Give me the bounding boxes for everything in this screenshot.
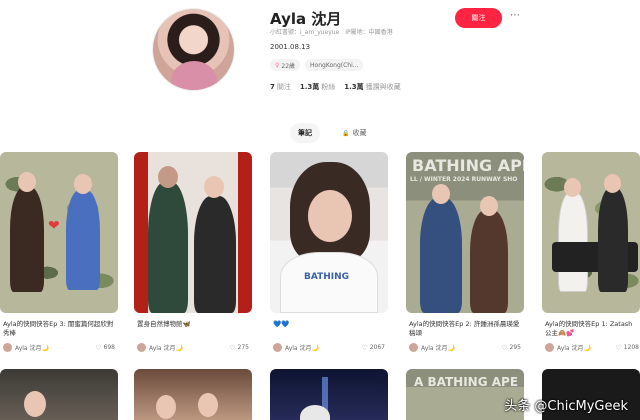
- author-avatar[interactable]: [545, 343, 554, 352]
- runway-banner: LL / WINTER 2024 RUNWAY SHO: [410, 176, 518, 183]
- content-tabs: 筆記 🔒 收藏: [290, 123, 374, 143]
- note-footer: Ayla 沈月🌙 ♡ 2067: [273, 343, 385, 352]
- stat-following-label: 關注: [276, 83, 291, 91]
- profile-header: Ayla 沈月 小紅書號：i_am_yueyue IP屬地：中國香港 2001.…: [0, 0, 640, 120]
- tab-notes-label: 筆記: [298, 129, 312, 137]
- tag-location-label: HongKong(Chi...: [310, 61, 359, 69]
- profile-stats: 7 關注 1.3萬 粉絲 1.3萬 獲讚與收藏: [270, 82, 401, 92]
- tag-age-label: 22歲: [281, 62, 296, 70]
- stat-likes-label: 獲讚與收藏: [365, 83, 401, 91]
- note-likes: 1208: [623, 344, 639, 351]
- note-author[interactable]: Ayla 沈月🌙: [149, 343, 229, 352]
- note-author[interactable]: Ayla 沈月🌙: [557, 343, 615, 352]
- note-footer: Ayla 沈月🌙 ♡ 1208: [545, 343, 639, 352]
- note-footer: Ayla 沈月🌙 ♡ 275: [137, 343, 249, 352]
- like-icon[interactable]: ♡: [229, 344, 235, 352]
- a-bathing-ape-banner: A BATHING APE: [414, 375, 519, 389]
- note-likes: 275: [237, 344, 249, 351]
- note-likes: 2067: [369, 344, 385, 351]
- note-cover-image[interactable]: [542, 152, 640, 313]
- author-avatar[interactable]: [3, 343, 12, 352]
- like-icon[interactable]: ♡: [501, 344, 507, 352]
- bathing-ape-banner: BATHING APE: [412, 156, 524, 175]
- stat-likes-value: 1.3萬: [344, 83, 364, 91]
- heart-sticker-icon: ❤: [48, 218, 60, 234]
- stat-followers-value: 1.3萬: [299, 83, 320, 91]
- note-author[interactable]: Ayla 沈月🌙: [15, 343, 95, 352]
- tab-collections[interactable]: 🔒 收藏: [334, 123, 374, 143]
- tab-notes[interactable]: 筆記: [290, 123, 320, 143]
- note-likes: 295: [509, 344, 521, 351]
- note-title[interactable]: Ayla的快問快答Ep 2: 許鍾洲孫晨瑛愛稿頌: [409, 320, 521, 338]
- note-cover-image[interactable]: [134, 369, 252, 420]
- note-likes: 698: [103, 344, 115, 351]
- author-avatar[interactable]: [137, 343, 146, 352]
- author-avatar[interactable]: [273, 343, 282, 352]
- lock-icon: 🔒: [342, 129, 350, 137]
- more-options-icon[interactable]: ⋯: [510, 10, 521, 21]
- like-icon[interactable]: ♡: [361, 344, 367, 352]
- like-icon[interactable]: ♡: [615, 344, 621, 352]
- note-cover-image[interactable]: BATHING APE LL / WINTER 2024 RUNWAY SHO: [406, 152, 524, 313]
- note-footer: Ayla 沈月🌙 ♡ 295: [409, 343, 521, 352]
- stat-likes[interactable]: 1.3萬 獲讚與收藏: [344, 82, 400, 92]
- note-title[interactable]: Ayla的快問快答Ep 3: 閨蜜篇何超欣對秀棒: [3, 320, 115, 338]
- stat-followers-label: 粉絲: [321, 83, 336, 91]
- tag-location: HongKong(Chi...: [305, 59, 364, 71]
- watermark: 头条 @ChicMyGeek: [504, 399, 628, 414]
- author-avatar[interactable]: [409, 343, 418, 352]
- profile-birthday: 2001.08.13: [270, 43, 311, 51]
- profile-name-row: Ayla 沈月: [270, 8, 341, 29]
- profile-ip-location: IP屬地：中國香港: [345, 29, 393, 36]
- note-cover-image[interactable]: [134, 152, 252, 313]
- follow-button[interactable]: 關注: [455, 8, 502, 28]
- profile-avatar[interactable]: [152, 8, 235, 91]
- profile-tags: ♀ 22歲 HongKong(Chi...: [270, 59, 364, 71]
- profile-meta: 小紅書號：i_am_yueyue IP屬地：中國香港: [270, 27, 393, 36]
- note-cover-image[interactable]: ❤: [0, 152, 118, 313]
- stat-following[interactable]: 7 關注: [270, 82, 291, 92]
- note-author[interactable]: Ayla 沈月🌙: [285, 343, 361, 352]
- note-footer: Ayla 沈月🌙 ♡ 698: [3, 343, 115, 352]
- like-icon[interactable]: ♡: [95, 344, 101, 352]
- note-author[interactable]: Ayla 沈月🌙: [421, 343, 501, 352]
- note-cover-image[interactable]: BATHING: [270, 152, 388, 313]
- stat-followers[interactable]: 1.3萬 粉絲: [300, 82, 335, 92]
- gender-female-icon: ♀: [275, 61, 280, 69]
- note-cover-image[interactable]: [270, 369, 388, 420]
- note-title[interactable]: 💙💙: [273, 320, 385, 329]
- profile-name: Ayla 沈月: [270, 10, 342, 28]
- tab-collections-label: 收藏: [352, 129, 367, 137]
- note-cover-image[interactable]: [0, 369, 118, 420]
- note-title[interactable]: 置身自然博物館🦋: [137, 320, 249, 329]
- profile-id: 小紅書號：i_am_yueyue: [270, 29, 340, 36]
- tag-age: ♀ 22歲: [270, 59, 301, 71]
- note-title[interactable]: Ayla的快問快答Ep 1: Zatash 公主🙈💕: [545, 320, 639, 338]
- stat-following-value: 7: [270, 83, 275, 91]
